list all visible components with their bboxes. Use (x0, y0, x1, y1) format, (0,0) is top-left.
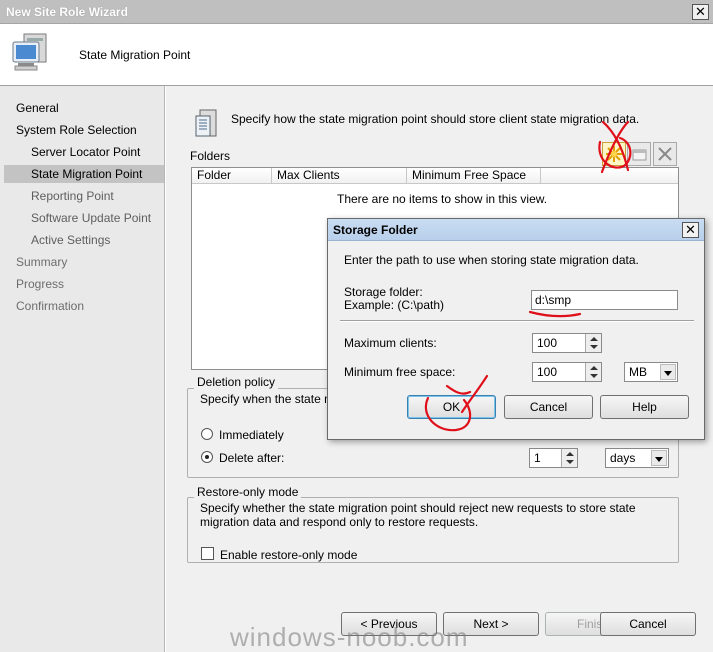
window-title-bar: New Site Role Wizard ✕ (0, 0, 713, 24)
column-header-min-free-space[interactable]: Minimum Free Space (407, 168, 541, 184)
nav-item-general[interactable]: General (16, 99, 59, 117)
dialog-prompt: Enter the path to use when storing state… (344, 253, 639, 267)
close-icon: ✕ (685, 222, 696, 237)
window-close-button[interactable]: ✕ (692, 4, 709, 20)
cancel-button[interactable]: Cancel (600, 612, 696, 636)
new-folder-button[interactable] (602, 142, 626, 166)
spin-arrows-icon[interactable] (561, 449, 577, 467)
min-free-space-label: Minimum free space: (344, 365, 456, 379)
spin-arrows-icon[interactable] (585, 363, 601, 381)
properties-button[interactable] (627, 142, 651, 166)
watermark-text: windows-noob.com (230, 622, 469, 652)
min-free-space-unit-value: MB (629, 365, 647, 379)
storage-folder-example: Example: (C:\path) (344, 298, 445, 312)
immediately-radio[interactable] (201, 428, 213, 440)
dialog-help-button[interactable]: Help (600, 395, 689, 419)
restore-only-checkbox[interactable] (201, 547, 214, 560)
max-clients-label: Maximum clients: (344, 336, 437, 350)
instruction-text: Specify how the state migration point sh… (231, 112, 640, 126)
deletion-policy-desc: Specify when the state mig (200, 392, 344, 406)
nav-item-software-update-point: Software Update Point (31, 211, 152, 225)
deletion-policy-title: Deletion policy (194, 375, 279, 389)
max-clients-stepper[interactable]: 100 (532, 333, 602, 353)
dialog-divider (340, 320, 694, 322)
server-icon (195, 109, 217, 137)
empty-list-text: There are no items to show in this view. (337, 192, 548, 206)
column-header-max-clients[interactable]: Max Clients (272, 168, 407, 184)
dialog-close-button[interactable]: ✕ (682, 222, 699, 238)
dialog-title: Storage Folder (333, 223, 418, 237)
delete-after-label[interactable]: Delete after: (219, 451, 284, 465)
page-title: State Migration Point (79, 48, 191, 62)
delete-button[interactable] (653, 142, 677, 166)
storage-folder-input[interactable]: d:\smp (531, 290, 678, 310)
dialog-title-bar: Storage Folder ✕ (328, 219, 704, 241)
properties-icon (632, 149, 647, 161)
window-title: New Site Role Wizard (6, 5, 128, 19)
restore-only-desc: Specify whether the state migration poin… (200, 501, 636, 529)
delete-after-unit-value: days (610, 451, 636, 465)
folders-label: Folders (190, 149, 231, 163)
spin-arrows-icon[interactable] (585, 334, 601, 352)
delete-x-icon (658, 147, 672, 161)
chevron-down-icon[interactable] (651, 450, 667, 466)
min-free-space-value: 100 (537, 365, 558, 379)
storage-folder-dialog: Storage Folder ✕ Enter the path to use w… (327, 218, 705, 440)
delete-after-unit-select[interactable]: days (605, 448, 669, 468)
dialog-cancel-button[interactable]: Cancel (504, 395, 593, 419)
column-header-empty (541, 168, 678, 184)
column-header-folder[interactable]: Folder (192, 168, 272, 184)
wizard-steps-nav: General System Role Selection Server Loc… (0, 86, 165, 652)
nav-item-confirmation: Confirmation (16, 299, 85, 313)
nav-item-reporting-point: Reporting Point (31, 189, 114, 203)
nav-item-state-migration-point[interactable]: State Migration Point (4, 165, 164, 183)
dialog-ok-button[interactable]: OK (407, 395, 496, 419)
storage-folder-label: Storage folder: (344, 285, 423, 299)
max-clients-value: 100 (537, 336, 558, 350)
min-free-space-unit-select[interactable]: MB (624, 362, 678, 382)
immediately-label[interactable]: Immediately (219, 428, 284, 442)
nav-item-progress: Progress (16, 277, 65, 291)
nav-item-active-settings: Active Settings (31, 233, 111, 247)
new-star-icon (606, 146, 622, 162)
restore-only-title: Restore-only mode (194, 485, 302, 499)
restore-only-label[interactable]: Enable restore-only mode (220, 548, 357, 562)
nav-item-summary: Summary (16, 255, 68, 269)
computer-monitor-icon (12, 33, 47, 71)
delete-after-value: 1 (534, 451, 541, 465)
nav-item-server-locator-point[interactable]: Server Locator Point (31, 143, 140, 161)
min-free-space-stepper[interactable]: 100 (532, 362, 602, 382)
chevron-down-icon[interactable] (660, 364, 676, 380)
nav-item-system-role-selection[interactable]: System Role Selection (16, 121, 137, 139)
close-icon: ✕ (695, 4, 706, 19)
delete-after-radio[interactable] (201, 451, 213, 463)
wizard-header: State Migration Point (0, 24, 713, 86)
delete-after-stepper[interactable]: 1 (529, 448, 578, 468)
